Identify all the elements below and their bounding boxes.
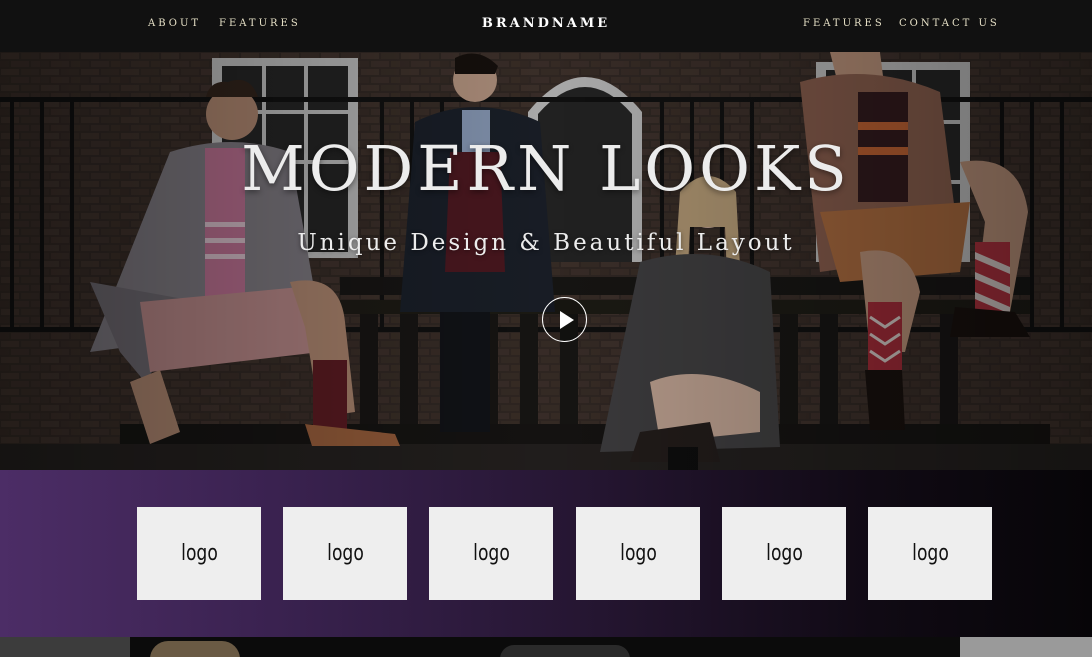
hero-dark-overlay — [0, 52, 1092, 470]
play-icon — [560, 311, 574, 329]
partner-logos-strip: logo logo logo logo logo logo — [0, 470, 1092, 637]
partner-logo-6[interactable]: logo — [868, 507, 992, 600]
nav-link-features-right[interactable]: FEATURES — [803, 18, 885, 29]
partner-logo-6-label: logo — [911, 541, 949, 566]
hero-subtitle: Unique Design & Beautiful Layout — [297, 230, 795, 256]
hero-section: MODERN LOOKS Unique Design & Beautiful L… — [0, 52, 1092, 470]
nav-link-features-left[interactable]: FEATURES — [219, 18, 301, 29]
nav-link-contact[interactable]: CONTACT US — [899, 18, 1000, 29]
partner-logo-5[interactable]: logo — [722, 507, 846, 600]
next-section-image-figure — [150, 641, 240, 657]
partner-logo-5-label: logo — [765, 541, 803, 566]
next-section-preview — [0, 637, 1092, 657]
partner-logo-4-label: logo — [619, 541, 657, 566]
next-section-image-left — [0, 637, 130, 657]
partner-logo-4[interactable]: logo — [576, 507, 700, 600]
partner-logo-3-label: logo — [472, 541, 510, 566]
partner-logo-1[interactable]: logo — [137, 507, 261, 600]
next-section-image-center — [500, 645, 630, 657]
play-video-button[interactable] — [542, 297, 587, 342]
partner-logo-1-label: logo — [180, 541, 218, 566]
partner-logo-2[interactable]: logo — [283, 507, 407, 600]
partner-logo-2-label: logo — [326, 541, 364, 566]
next-section-image-right — [960, 637, 1092, 657]
hero-title: MODERN LOOKS — [241, 132, 851, 205]
navbar: ABOUT FEATURES BRANDNAME FEATURES CONTAC… — [0, 0, 1092, 52]
nav-link-about[interactable]: ABOUT — [148, 18, 201, 29]
brand-logo-text[interactable]: BRANDNAME — [482, 16, 610, 31]
partner-logo-3[interactable]: logo — [429, 507, 553, 600]
